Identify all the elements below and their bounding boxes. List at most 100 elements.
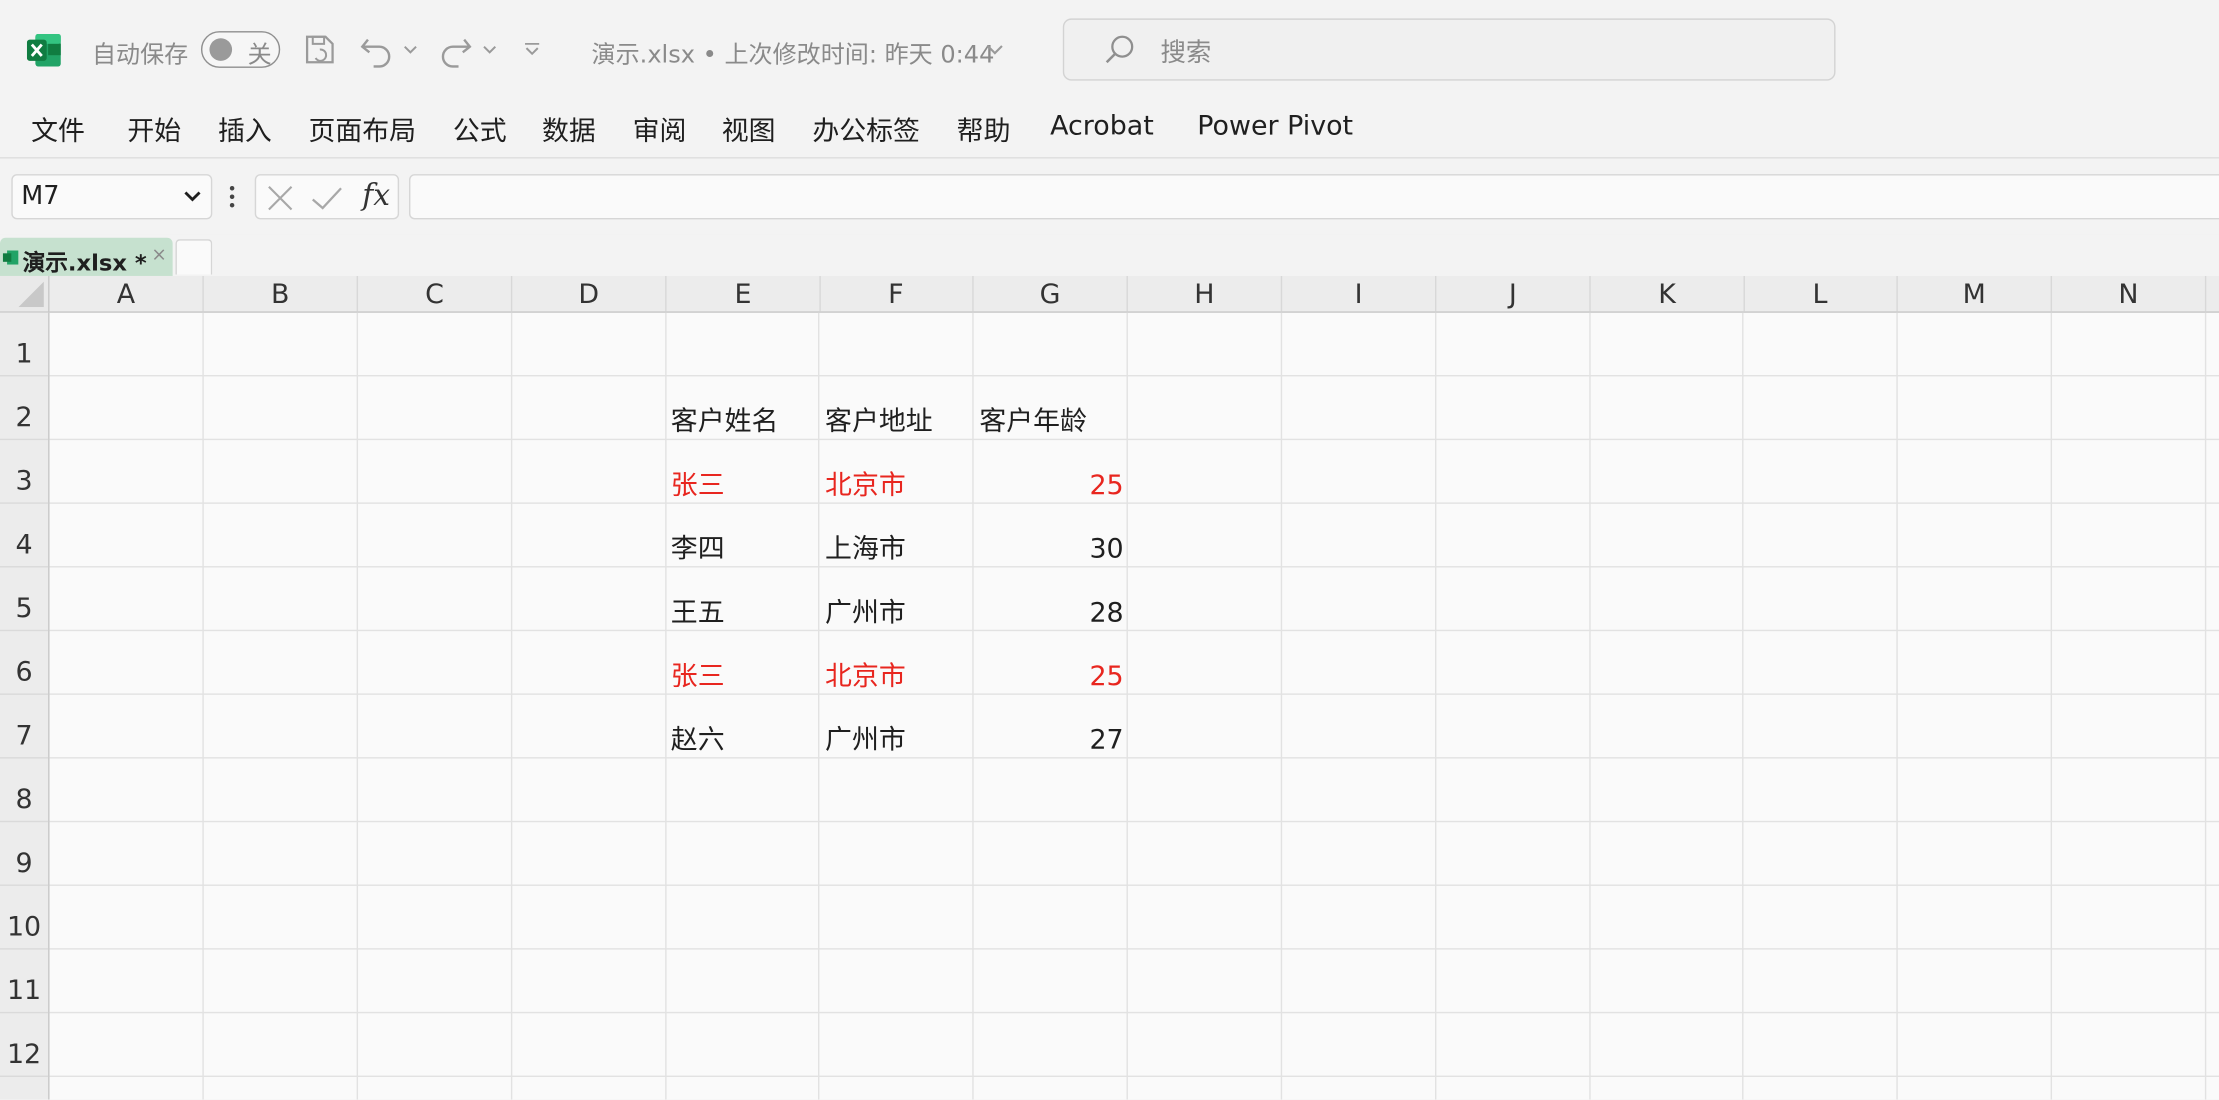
autosave-label: 自动保存 <box>91 41 189 70</box>
autosave-state: 关 <box>247 41 272 70</box>
column-header-k[interactable]: K <box>1591 275 1745 312</box>
row-header-3[interactable]: 3 <box>0 440 49 504</box>
tab-acrobat[interactable]: Acrobat <box>1050 110 1154 141</box>
gridline <box>49 948 2219 950</box>
cell-e2[interactable]: 客户姓名 <box>665 376 819 440</box>
row-header-5[interactable]: 5 <box>0 567 49 632</box>
title-dropdown-icon[interactable] <box>986 31 1003 68</box>
gridline <box>49 757 2219 759</box>
workbook-tab-strip: 演示.xlsx * × <box>0 234 2219 276</box>
column-header-a[interactable]: A <box>50 275 204 312</box>
cell-f6[interactable]: 北京市 <box>819 631 973 695</box>
workbook-tab-close-icon[interactable]: × <box>151 245 166 266</box>
search-input[interactable]: 搜索 <box>1062 18 1836 81</box>
column-header-e[interactable]: E <box>667 275 821 312</box>
cell-e4[interactable]: 李四 <box>665 504 819 568</box>
gridline <box>510 312 513 1100</box>
row-headers: 1 2 3 4 5 6 7 8 9 10 11 12 <box>0 312 50 1100</box>
tab-home[interactable]: 开始 <box>127 110 181 148</box>
select-all-button[interactable] <box>0 275 50 313</box>
column-header-d[interactable]: D <box>512 275 667 312</box>
column-header-f[interactable]: F <box>819 275 974 312</box>
tab-view[interactable]: 视图 <box>722 110 776 148</box>
row-header-1[interactable]: 1 <box>0 313 49 377</box>
row-header-6[interactable]: 6 <box>0 631 49 695</box>
cancel-icon[interactable] <box>265 183 296 214</box>
toggle-knob <box>209 38 233 61</box>
workbook-tab-label: 演示.xlsx * <box>22 249 147 276</box>
name-box[interactable]: M7 <box>11 174 213 220</box>
excel-logo-icon[interactable] <box>26 33 61 67</box>
cell-g6[interactable]: 25 <box>974 631 1128 695</box>
redo-dropdown-icon[interactable] <box>483 31 497 68</box>
cell-f4[interactable]: 上海市 <box>819 504 973 568</box>
redo-icon[interactable] <box>439 31 473 68</box>
column-header-g[interactable]: G <box>974 275 1128 312</box>
column-header-b[interactable]: B <box>204 275 359 312</box>
formula-buttons: fx <box>254 174 400 220</box>
gridline <box>1280 312 1283 1100</box>
gridline <box>2204 312 2207 1100</box>
cell-g2[interactable]: 客户年龄 <box>974 376 1128 440</box>
column-header-h[interactable]: H <box>1128 275 1283 312</box>
search-placeholder: 搜索 <box>1160 38 1212 68</box>
row-header-7[interactable]: 7 <box>0 695 49 759</box>
tab-data[interactable]: 数据 <box>542 110 596 148</box>
more-options-icon[interactable] <box>228 184 236 209</box>
tab-office-tab[interactable]: 办公标签 <box>812 110 920 148</box>
workbook-tab[interactable]: 演示.xlsx * × <box>0 237 173 276</box>
column-header-m[interactable]: M <box>1898 275 2053 312</box>
customize-toolbar-icon[interactable] <box>524 31 541 68</box>
save-sync-icon[interactable] <box>301 31 338 68</box>
tab-page-layout[interactable]: 页面布局 <box>309 110 417 148</box>
row-header-8[interactable]: 8 <box>0 759 49 823</box>
document-title[interactable]: 演示.xlsx • 上次修改时间: 昨天 0:44 <box>592 34 995 69</box>
new-workbook-tab-button[interactable] <box>175 239 213 275</box>
insert-function-icon[interactable]: fx <box>362 178 390 212</box>
autosave-toggle[interactable]: 关 <box>200 31 281 70</box>
gridline <box>49 502 2219 504</box>
cell-e6[interactable]: 张三 <box>665 631 819 695</box>
tab-power-pivot[interactable]: Power Pivot <box>1197 110 1353 141</box>
cell-f3[interactable]: 北京市 <box>819 440 973 504</box>
cell-e3[interactable]: 张三 <box>665 440 819 504</box>
name-box-value: M7 <box>21 181 60 211</box>
cell-g4[interactable]: 30 <box>974 504 1128 568</box>
row-header-4[interactable]: 4 <box>0 504 49 568</box>
tab-file[interactable]: 文件 <box>31 110 85 148</box>
tab-review[interactable]: 审阅 <box>633 110 687 148</box>
gridline <box>49 629 2219 632</box>
column-header-c[interactable]: C <box>358 275 513 312</box>
column-header-l[interactable]: L <box>1744 275 1898 312</box>
row-header-10[interactable]: 10 <box>0 886 49 950</box>
gridline <box>1589 312 1591 1100</box>
tab-help[interactable]: 帮助 <box>957 110 1011 148</box>
name-box-dropdown-icon[interactable] <box>183 190 203 204</box>
column-header-j[interactable]: J <box>1436 275 1591 312</box>
cell-f7[interactable]: 广州市 <box>819 695 973 759</box>
enter-icon[interactable] <box>310 183 344 214</box>
ribbon-tabs: 文件 开始 插入 页面布局 公式 数据 审阅 视图 办公标签 帮助 Acroba… <box>0 99 2219 158</box>
gridline <box>49 884 2219 886</box>
cell-g5[interactable]: 28 <box>974 567 1128 631</box>
row-header-12[interactable]: 12 <box>0 1013 49 1077</box>
row-header-2[interactable]: 2 <box>0 376 49 441</box>
undo-dropdown-icon[interactable] <box>403 31 417 68</box>
column-header-n[interactable]: N <box>2052 275 2207 312</box>
row-header-9[interactable]: 9 <box>0 822 49 886</box>
cell-g7[interactable]: 27 <box>974 695 1128 759</box>
cell-f5[interactable]: 广州市 <box>819 567 973 631</box>
undo-icon[interactable] <box>359 31 393 68</box>
gridline <box>49 820 2219 823</box>
title-bar: 自动保存 关 演示.xlsx • 上次修改时间: 昨天 0:44 搜索 <box>0 0 2219 100</box>
row-header-11[interactable]: 11 <box>0 950 49 1014</box>
formula-input[interactable] <box>408 174 2219 220</box>
cell-area[interactable]: 客户姓名 客户地址 客户年龄 张三 北京市 25 李四 上海市 30 王五 广州… <box>49 312 2219 1100</box>
tab-formulas[interactable]: 公式 <box>453 110 507 148</box>
tab-insert[interactable]: 插入 <box>218 110 272 148</box>
cell-e7[interactable]: 赵六 <box>665 695 819 759</box>
cell-f2[interactable]: 客户地址 <box>819 376 973 440</box>
cell-e5[interactable]: 王五 <box>665 567 819 631</box>
column-header-i[interactable]: I <box>1282 275 1437 312</box>
cell-g3[interactable]: 25 <box>974 440 1128 504</box>
